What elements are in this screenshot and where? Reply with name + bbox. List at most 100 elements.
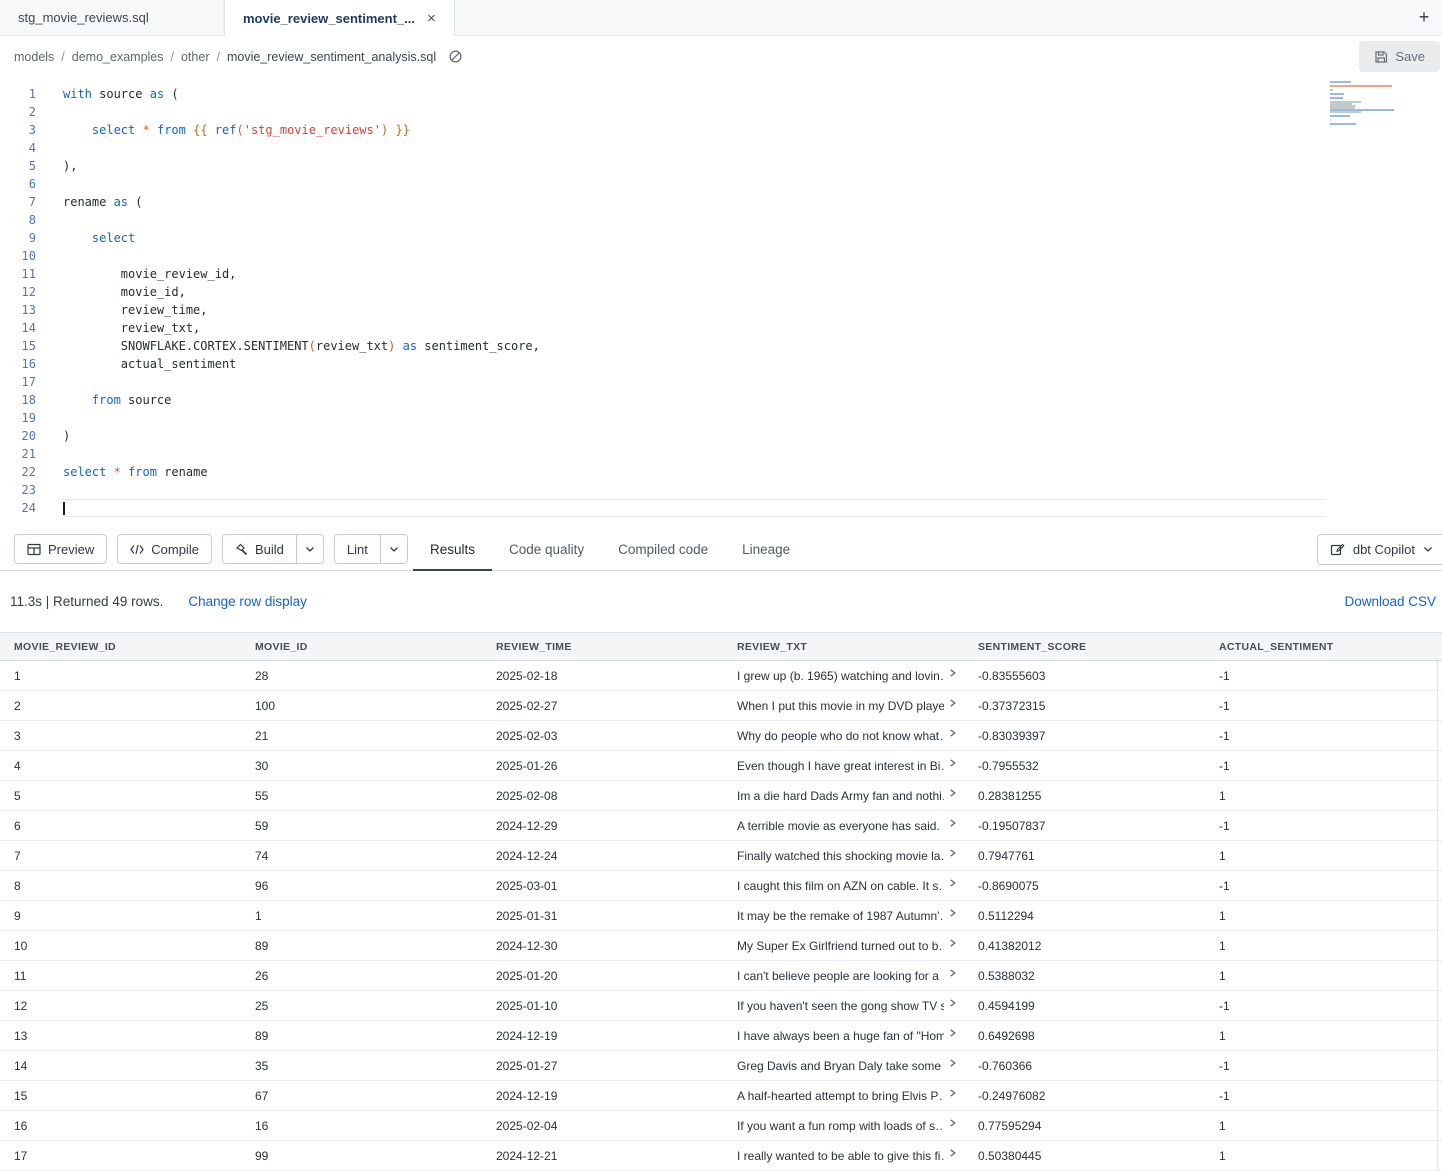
lint-split-button: Lint — [334, 534, 408, 564]
close-icon[interactable]: × — [427, 11, 436, 26]
table-row[interactable]: 11262025-01-20I can't believe people are… — [0, 961, 1442, 991]
line-number: 2 — [0, 103, 36, 121]
expand-row-icon[interactable] — [948, 698, 957, 708]
table-row[interactable]: 12252025-01-10If you haven't seen the go… — [0, 991, 1442, 1021]
table-row[interactable]: 13892024-12-19I have always been a huge … — [0, 1021, 1442, 1051]
expand-row-icon[interactable] — [948, 1148, 957, 1158]
table-row[interactable]: 1282025-02-18I grew up (b. 1965) watchin… — [0, 661, 1442, 691]
cell-movie_id: 35 — [241, 1051, 482, 1080]
table-row[interactable]: 6592024-12-29A terrible movie as everyon… — [0, 811, 1442, 841]
tab-movie-review-sentiment-analysis[interactable]: movie_review_sentiment_... × — [224, 0, 455, 36]
line-number: 24 — [0, 499, 36, 517]
expand-row-icon[interactable] — [948, 938, 957, 948]
line-number: 9 — [0, 229, 36, 247]
cell-review_time: 2024-12-24 — [482, 841, 723, 870]
expand-row-icon[interactable] — [948, 818, 957, 828]
code-icon — [130, 544, 144, 555]
breadcrumb-item-models[interactable]: models — [14, 50, 54, 64]
line-number: 7 — [0, 193, 36, 211]
breadcrumb-separator: / — [171, 50, 174, 64]
review-text: When I put this movie in my DVD playe… — [737, 699, 944, 713]
cell-movie_id: 30 — [241, 751, 482, 780]
line-number: 19 — [0, 409, 36, 427]
review-text: My Super Ex Girlfriend turned out to b… — [737, 939, 944, 953]
cell-review_txt: I caught this film on AZN on cable. It s… — [723, 871, 964, 900]
cell-sentiment_score: 0.7947761 — [964, 841, 1205, 870]
lint-button[interactable]: Lint — [335, 535, 380, 563]
cell-movie_review_id: 12 — [0, 991, 241, 1020]
minimap[interactable] — [1330, 81, 1398, 129]
code-line: rename as ( — [63, 193, 1324, 211]
cell-movie_id: 59 — [241, 811, 482, 840]
expand-row-icon[interactable] — [948, 848, 957, 858]
table-row[interactable]: 7742024-12-24Finally watched this shocki… — [0, 841, 1442, 871]
download-csv-link[interactable]: Download CSV — [1344, 594, 1436, 609]
cell-sentiment_score: -0.83039397 — [964, 721, 1205, 750]
expand-row-icon[interactable] — [948, 758, 957, 768]
expand-row-icon[interactable] — [948, 878, 957, 888]
save-button[interactable]: Save — [1359, 41, 1440, 72]
tab-stg-movie-reviews-sql[interactable]: stg_movie_reviews.sql — [0, 0, 224, 35]
table-row[interactable]: 4302025-01-26Even though I have great in… — [0, 751, 1442, 781]
line-number: 11 — [0, 265, 36, 283]
expand-row-icon[interactable] — [948, 1088, 957, 1098]
cell-movie_id: 1 — [241, 901, 482, 930]
expand-row-icon[interactable] — [948, 908, 957, 918]
compile-button[interactable]: Compile — [117, 534, 212, 564]
cell-movie_review_id: 4 — [0, 751, 241, 780]
expand-row-icon[interactable] — [948, 998, 957, 1008]
change-row-display-link[interactable]: Change row display — [188, 594, 307, 609]
expand-row-icon[interactable] — [948, 728, 957, 738]
code-line: review_time, — [63, 301, 1324, 319]
expand-row-icon[interactable] — [948, 1058, 957, 1068]
code-line — [63, 409, 1324, 427]
breadcrumb-item-other[interactable]: other — [181, 50, 210, 64]
table-row[interactable]: 912025-01-31It may be the remake of 1987… — [0, 901, 1442, 931]
expand-row-icon[interactable] — [948, 1028, 957, 1038]
expand-row-icon[interactable] — [948, 788, 957, 798]
preview-label: Preview — [48, 542, 94, 557]
code-line — [63, 211, 1324, 229]
cell-sentiment_score: -0.24976082 — [964, 1081, 1205, 1110]
expand-row-icon[interactable] — [948, 1118, 957, 1128]
table-row[interactable]: 14352025-01-27Greg Davis and Bryan Daly … — [0, 1051, 1442, 1081]
preview-button[interactable]: Preview — [14, 534, 107, 564]
cell-sentiment_score: 0.6492698 — [964, 1021, 1205, 1050]
review-text: I grew up (b. 1965) watching and lovin… — [737, 669, 944, 683]
expand-row-icon[interactable] — [948, 668, 957, 678]
results-toolbar: Preview Compile Build Lint Results Code … — [0, 528, 1442, 571]
table-row[interactable]: 5552025-02-08Im a die hard Dads Army fan… — [0, 781, 1442, 811]
query-status-bar: 11.3s | Returned 49 rows. Change row dis… — [0, 571, 1442, 632]
code-editor[interactable]: 123456789101112131415161718192021222324 … — [0, 77, 1442, 528]
table-row[interactable]: 8962025-03-01I caught this film on AZN o… — [0, 871, 1442, 901]
expand-row-icon[interactable] — [948, 968, 957, 978]
table-row[interactable]: 17992024-12-21I really wanted to be able… — [0, 1141, 1442, 1171]
line-number: 22 — [0, 463, 36, 481]
editor-code[interactable]: with source as ( select * from {{ ref('s… — [63, 85, 1324, 517]
tab-code-quality[interactable]: Code quality — [492, 528, 601, 570]
table-row[interactable]: 16162025-02-04If you want a fun romp wit… — [0, 1111, 1442, 1141]
hammer-icon — [235, 543, 248, 556]
build-dropdown-button[interactable] — [296, 535, 323, 563]
code-line — [63, 139, 1324, 157]
table-row[interactable]: 10892024-12-30My Super Ex Girlfriend tur… — [0, 931, 1442, 961]
breadcrumb-item-demo-examples[interactable]: demo_examples — [72, 50, 164, 64]
tab-label: movie_review_sentiment_... — [243, 11, 415, 26]
tab-results[interactable]: Results — [413, 528, 492, 570]
line-number: 1 — [0, 85, 36, 103]
dbt-copilot-button[interactable]: dbt Copilot — [1317, 534, 1442, 565]
lint-dropdown-button[interactable] — [380, 535, 407, 563]
cell-actual_sentiment: 1 — [1205, 1021, 1442, 1050]
tab-compiled-code[interactable]: Compiled code — [601, 528, 725, 570]
table-row[interactable]: 15672024-12-19A half-hearted attempt to … — [0, 1081, 1442, 1111]
tab-lineage[interactable]: Lineage — [725, 528, 807, 570]
cell-movie_review_id: 13 — [0, 1021, 241, 1050]
new-tab-button[interactable]: + — [1406, 0, 1442, 35]
table-row[interactable]: 21002025-02-27When I put this movie in m… — [0, 691, 1442, 721]
review-text: I really wanted to be able to give this … — [737, 1149, 944, 1163]
line-number: 18 — [0, 391, 36, 409]
build-button[interactable]: Build — [223, 535, 296, 563]
table-row[interactable]: 3212025-02-03Why do people who do not kn… — [0, 721, 1442, 751]
cell-movie_id: 89 — [241, 931, 482, 960]
cell-movie_id: 25 — [241, 991, 482, 1020]
